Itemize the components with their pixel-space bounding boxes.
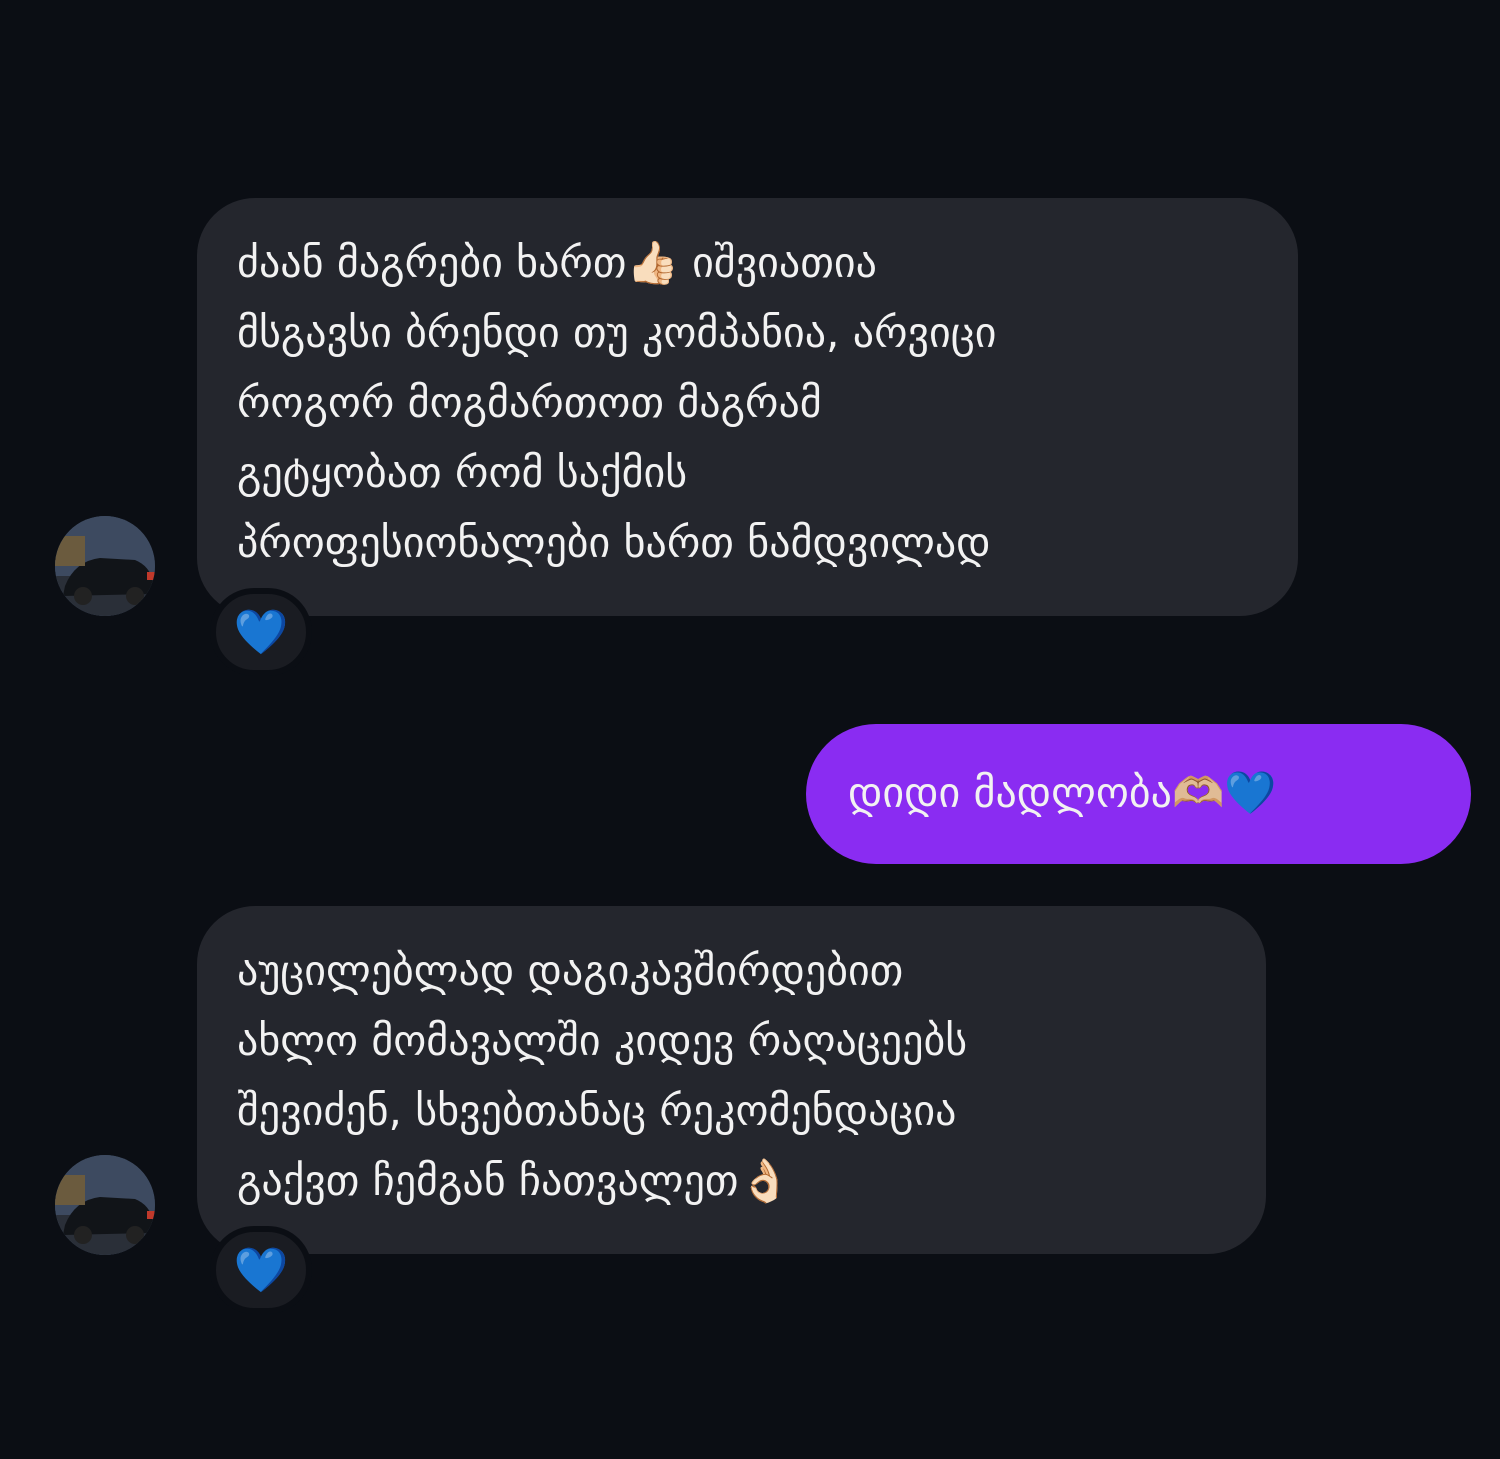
sender-avatar[interactable] [55,1155,155,1255]
incoming-message-bubble[interactable]: ძაან მაგრები ხართ👍🏻 იშვიათია მსგავსი ბრე… [197,198,1298,616]
reaction-badge[interactable]: 💙 [210,1226,312,1314]
sender-avatar[interactable] [55,516,155,616]
blue-heart-icon: 💙 [233,1245,289,1296]
message-line: პროფესიონალები ხართ ნამდვილად [237,518,991,567]
message-line: შევიძენ, სხვებთანაც რეკომენდაცია [237,1086,957,1135]
reaction-badge[interactable]: 💙 [210,588,312,676]
incoming-message-bubble[interactable]: აუცილებლად დაგიკავშირდებით ახლო მომავალშ… [197,906,1266,1254]
message-line: მსგავსი ბრენდი თუ კომპანია, არვიცი [237,308,997,357]
message-line: როგორ მოგმართოთ მაგრამ [237,378,822,427]
car-photo-icon [55,1155,155,1255]
message-text: დიდი მადლობა🫶🏼💙 [848,768,1277,817]
outgoing-message-bubble[interactable]: დიდი მადლობა🫶🏼💙 [806,724,1471,864]
message-line: ახლო მომავალში კიდევ რაღაცეებს [237,1016,968,1065]
message-line: ძაან მაგრები ხართ👍🏻 იშვიათია [237,238,877,287]
car-photo-icon [55,516,155,616]
message-line: გეტყობათ რომ საქმის [237,448,688,497]
blue-heart-icon: 💙 [233,607,289,658]
message-line: გაქვთ ჩემგან ჩათვალეთ👌🏻 [237,1156,791,1205]
message-line: აუცილებლად დაგიკავშირდებით [237,946,904,995]
